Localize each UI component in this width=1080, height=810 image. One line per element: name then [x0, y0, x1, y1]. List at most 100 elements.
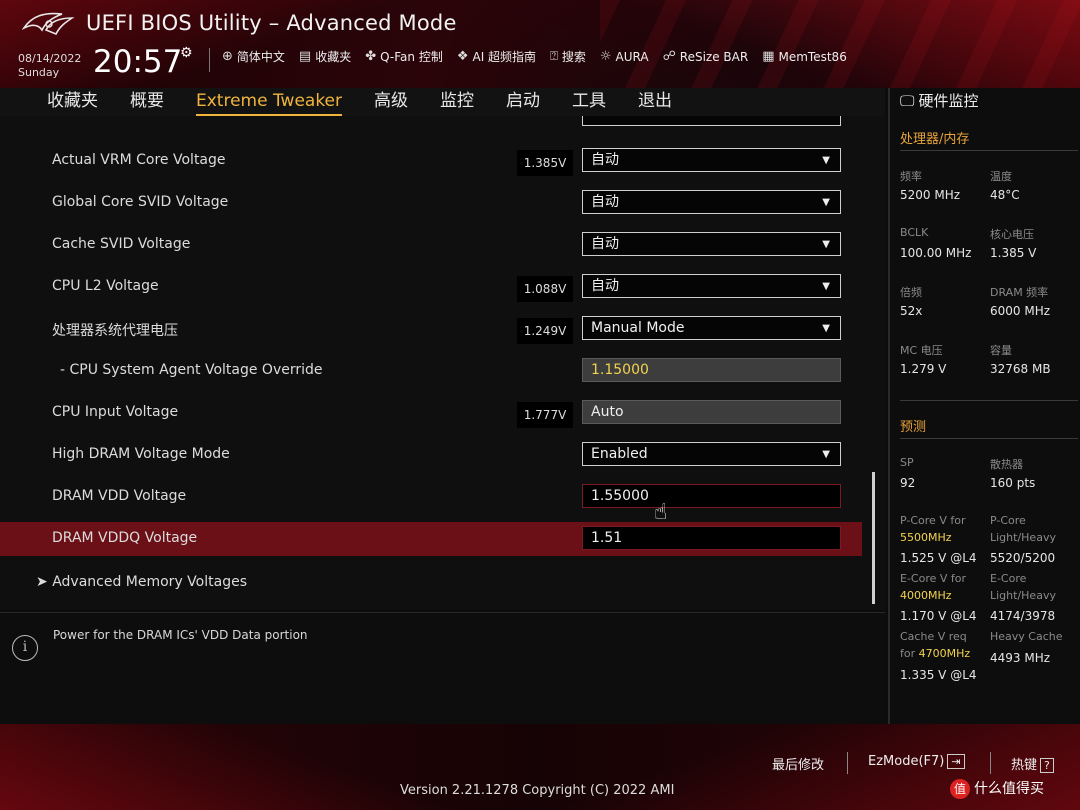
setting-row[interactable]: Actual VRM Core Voltage 1.385V 自动 ▼: [0, 144, 862, 178]
favorites-icon: ▤: [298, 49, 312, 64]
setting-dropdown[interactable]: Manual Mode ▼: [582, 316, 841, 340]
pcore-value: 1.525 V @L4: [900, 551, 977, 565]
voltage-input[interactable]: 1.55000: [582, 484, 841, 508]
monitor-value: 32768 MB: [990, 362, 1051, 376]
monitor-label: DRAM 频率: [990, 286, 1049, 299]
section-prediction: 预测: [900, 420, 927, 435]
pcore-lh-value: 5520/5200: [990, 551, 1056, 565]
voltage-input[interactable]: 1.51: [582, 526, 841, 550]
setting-label: CPU Input Voltage: [52, 404, 179, 420]
setting-label: High DRAM Voltage Mode: [52, 446, 230, 462]
setting-row[interactable]: Global Core SVID Voltage 自动 ▼: [0, 186, 862, 220]
section-cpu-memory: 处理器/内存: [900, 132, 970, 147]
dropdown-value: Manual Mode: [591, 320, 685, 336]
tab-extreme-tweaker[interactable]: Extreme Tweaker: [196, 88, 343, 116]
tab-favorites[interactable]: 收藏夹: [47, 88, 98, 116]
exit-arrow-icon: ⇥: [947, 754, 965, 769]
ecore-freq: 4000MHz: [900, 589, 952, 602]
setting-row[interactable]: DRAM VDD Voltage 1.55000: [0, 480, 862, 514]
monitor-value: 52x: [900, 304, 923, 318]
aura-icon: ☼: [599, 49, 612, 64]
monitor-label: 容量: [990, 344, 1012, 357]
chevron-down-icon: ▼: [822, 239, 830, 250]
voltage-readout: 1.777V: [517, 402, 573, 428]
tab-advanced[interactable]: 高级: [374, 88, 408, 116]
clock-settings-gear-icon[interactable]: ⚙: [180, 45, 193, 61]
cache-freq-text: 4700MHz: [918, 647, 971, 660]
watermark-logo-icon: 值: [950, 779, 970, 799]
voltage-readout: 1.385V: [517, 150, 573, 176]
search-button[interactable]: ⍰ 搜索: [550, 48, 586, 65]
setting-row[interactable]: Cache SVID Voltage 自动 ▼: [0, 228, 862, 262]
ai-icon: ❖: [456, 49, 469, 64]
setting-dropdown[interactable]: 自动 ▼: [582, 148, 841, 172]
scrollbar[interactable]: [872, 472, 875, 604]
last-modified-button[interactable]: 最后修改: [772, 754, 824, 773]
setting-row[interactable]: - CPU System Agent Voltage Override 1.15…: [0, 354, 862, 388]
monitor-value: 48°C: [990, 188, 1020, 202]
cut-off-dropdown[interactable]: [582, 116, 841, 126]
setting-dropdown[interactable]: Enabled ▼: [582, 442, 841, 466]
setting-row[interactable]: 处理器系统代理电压 1.249V Manual Mode ▼: [0, 312, 862, 346]
language-label: 简体中文: [236, 50, 285, 64]
setting-label: DRAM VDD Voltage: [52, 488, 187, 504]
ezmode-button[interactable]: EzMode(F7) ⇥: [868, 754, 965, 769]
cache-label: Cache V req: [900, 630, 967, 643]
monitor-label: BCLK: [900, 226, 929, 239]
qfan-button[interactable]: ✤ Q-Fan 控制: [365, 48, 443, 65]
favorites-button[interactable]: ▤ 收藏夹: [299, 48, 351, 65]
tab-main[interactable]: 概要: [130, 88, 164, 116]
tab-tool[interactable]: 工具: [572, 88, 606, 116]
language-button[interactable]: ⊕ 简体中文: [222, 48, 285, 65]
heavy-cache-label: Heavy Cache: [990, 630, 1063, 643]
favorites-label: 收藏夹: [315, 50, 352, 64]
resize-bar-button[interactable]: ☍ ReSize BAR: [663, 48, 749, 65]
submenu-label: ➤ Advanced Memory Voltages: [36, 574, 247, 590]
hotkeys-button[interactable]: 热键?: [1011, 754, 1054, 773]
tab-exit[interactable]: 退出: [638, 88, 672, 116]
monitor-value: 1.385 V: [990, 246, 1037, 260]
dropdown-value: 自动: [591, 236, 619, 252]
cache-for-text: for: [900, 647, 916, 660]
resize-bar-icon: ☍: [662, 49, 676, 64]
monitor-title: 🖵 硬件监控: [900, 90, 978, 111]
setting-label: Actual VRM Core Voltage: [52, 152, 226, 168]
setting-dropdown[interactable]: 自动 ▼: [582, 232, 841, 256]
submenu-row[interactable]: ➤ Advanced Memory Voltages: [0, 566, 862, 600]
cooler-label: 散热器: [990, 458, 1023, 471]
monitor-value: 100.00 MHz: [900, 246, 972, 260]
setting-row-selected[interactable]: DRAM VDDQ Voltage 1.51: [0, 522, 862, 556]
section-rule: [900, 400, 1078, 401]
setting-row[interactable]: CPU Input Voltage 1.777V Auto: [0, 396, 862, 430]
tab-monitor[interactable]: 监控: [440, 88, 474, 116]
ai-oc-guide-label: AI 超频指南: [472, 50, 537, 64]
pcore-label: P-Core V for: [900, 514, 966, 527]
aura-button[interactable]: ☼ AURA: [600, 48, 649, 65]
cooler-value: 160 pts: [990, 476, 1036, 490]
ecore-lh-value: 4174/3978: [990, 609, 1056, 623]
setting-row[interactable]: CPU L2 Voltage 1.088V 自动 ▼: [0, 270, 862, 304]
setting-dropdown[interactable]: 自动 ▼: [582, 190, 841, 214]
setting-row[interactable]: High DRAM Voltage Mode Enabled ▼: [0, 438, 862, 472]
app-title: UEFI BIOS Utility – Advanced Mode: [86, 11, 457, 35]
version-text: Version 2.21.1278 Copyright (C) 2022 AMI: [400, 783, 675, 798]
ecore-label: E-Core V for: [900, 572, 967, 585]
sp-label: SP: [900, 456, 914, 469]
tab-boot[interactable]: 启动: [506, 88, 540, 116]
footer: 最后修改 EzMode(F7) ⇥ 热键? Version 2.21.1278 C…: [0, 724, 1080, 810]
watermark-text: 什么值得买: [974, 781, 1044, 797]
memtest-button[interactable]: ▦ MemTest86: [762, 48, 847, 65]
qfan-label: Q-Fan 控制: [380, 50, 443, 64]
setting-dropdown[interactable]: 自动 ▼: [582, 274, 841, 298]
setting-label: CPU L2 Voltage: [52, 278, 159, 294]
voltage-readout: 1.249V: [517, 318, 573, 344]
cache-value: 1.335 V @L4: [900, 668, 977, 682]
clock: 20:57: [93, 44, 183, 80]
pcore-freq-text: 5500MHz: [900, 531, 952, 544]
cache-freq-line: for 4700MHz: [900, 647, 970, 660]
ai-oc-guide-button[interactable]: ❖ AI 超频指南: [457, 48, 536, 65]
ecore-lh-label2: Light/Heavy: [990, 589, 1056, 602]
footer-divider: [847, 752, 848, 774]
chevron-down-icon: ▼: [822, 323, 830, 334]
hotkeys-label: 热键: [1011, 758, 1038, 773]
